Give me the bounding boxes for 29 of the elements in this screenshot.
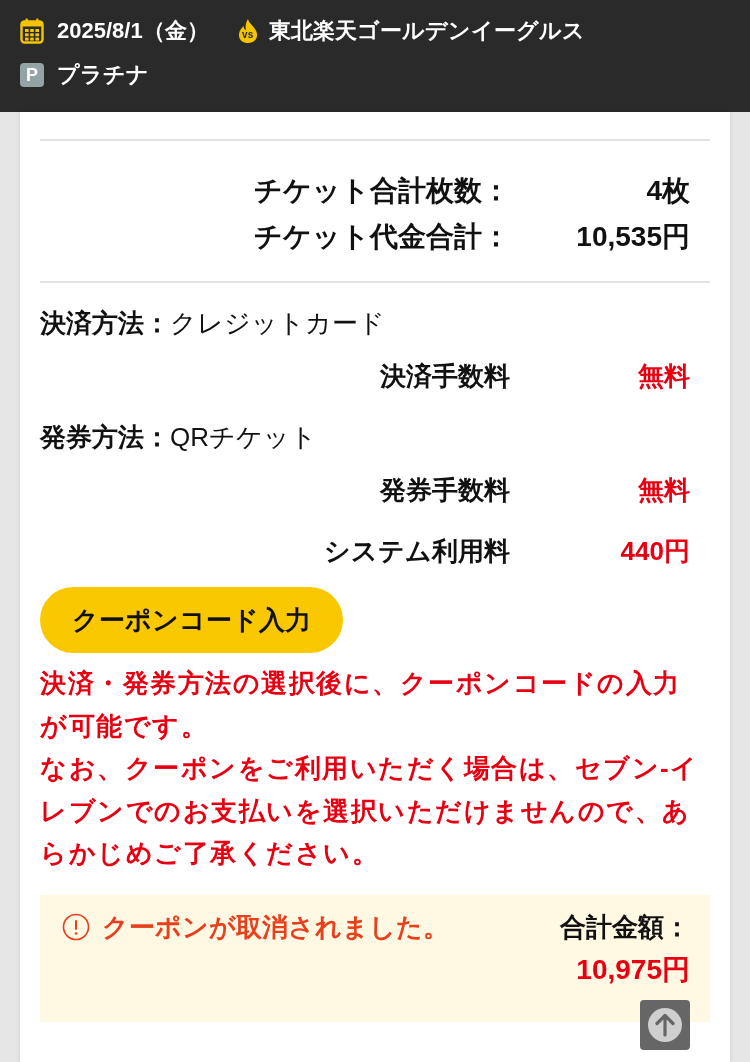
coupon-cancelled-message: クーポンが取消されました。 <box>102 910 449 944</box>
fee-value: 無料 <box>637 474 690 507</box>
arrow-up-icon <box>647 1007 683 1043</box>
grand-total-value: 10,975円 <box>576 952 690 987</box>
method-value: QRチケット <box>170 422 317 452</box>
fee-label: システム利用料 <box>323 535 510 568</box>
fee-label: 発券手数料 <box>378 474 510 507</box>
versus-badge: vs <box>236 18 259 44</box>
method-label: 決済方法： <box>40 308 170 338</box>
game-date: 2025/8/1（金） <box>57 17 209 45</box>
coupon-code-button[interactable]: クーポンコード入力 <box>40 587 343 653</box>
grand-total-label: 合計金額： <box>560 910 690 944</box>
method-value: クレジットカード <box>170 308 385 338</box>
calendar-icon <box>20 18 44 44</box>
total-value: 4枚 <box>645 174 690 208</box>
opponent-team-name: 東北楽天ゴールデンイーグルス <box>268 17 585 45</box>
seat-grade: プラチナ <box>57 61 149 89</box>
fee-value: 440円 <box>619 535 690 568</box>
seat-grade-badge: P <box>20 63 44 87</box>
fee-value: 無料 <box>637 360 690 393</box>
coupon-notice-text: 決済・発券方法の選択後に、クーポンコードの入力が可能です。 <box>40 667 682 743</box>
method-label: 発券方法： <box>40 422 170 452</box>
total-label: チケット合計枚数： <box>253 174 510 208</box>
fee-label: 決済手数料 <box>379 360 510 393</box>
total-label: チケット代金合計： <box>253 220 510 254</box>
alert-icon <box>62 912 90 941</box>
scroll-to-top-button[interactable] <box>640 1000 690 1050</box>
total-value: 10,535円 <box>575 220 690 254</box>
coupon-notice-text: なお、クーポンをご利用いただく場合は、セブン-イレブンでのお支払いを選択いただけませんので、あらかじめご了承ください。 <box>40 752 700 870</box>
